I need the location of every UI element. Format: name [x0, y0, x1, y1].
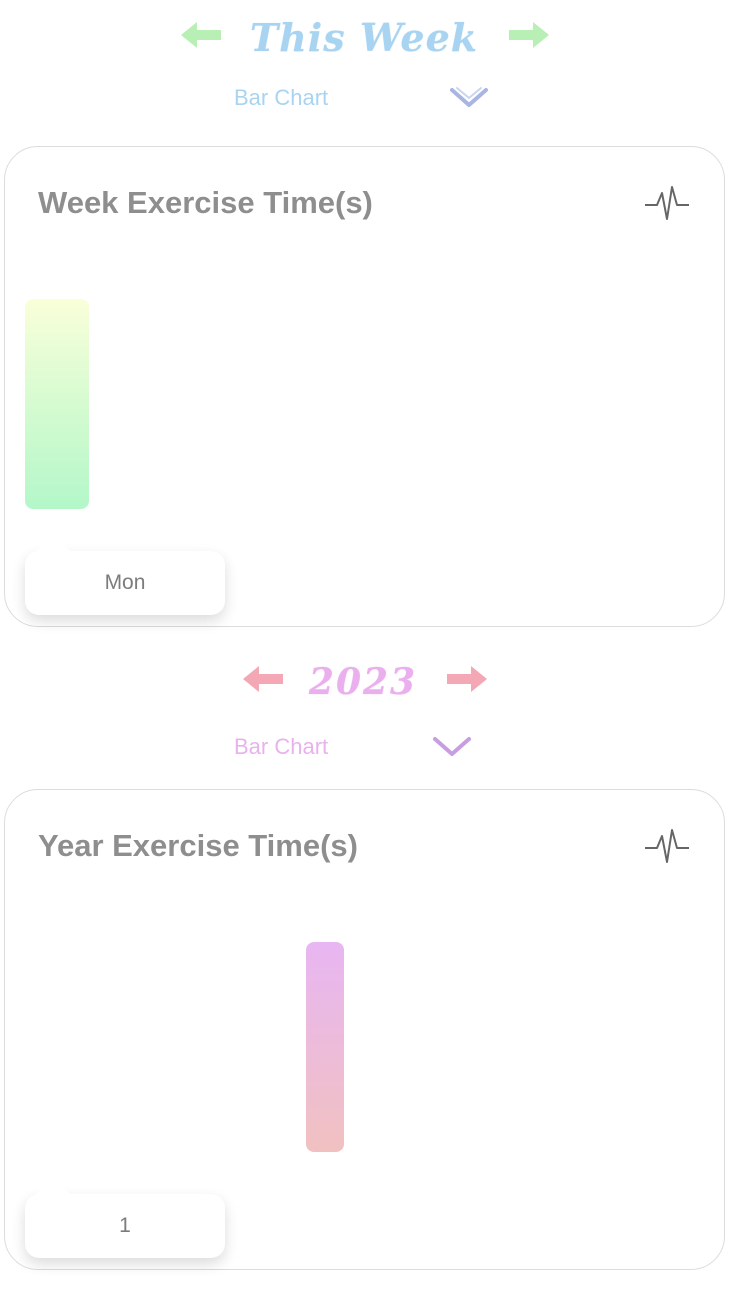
year-bar-chart	[25, 920, 705, 1152]
tooltip-pointer	[35, 1176, 71, 1195]
week-nav: This Week	[0, 8, 742, 68]
pulse-icon[interactable]	[643, 822, 691, 870]
year-tooltip-label: 1	[119, 1214, 131, 1237]
year-bar-tooltip: 1	[25, 1176, 225, 1258]
prev-week-button[interactable]	[178, 18, 224, 52]
year-bar-8[interactable]	[306, 942, 344, 1152]
year-nav-title: 2023	[308, 661, 418, 703]
week-nav-title: This Week	[249, 15, 479, 60]
next-week-button[interactable]	[506, 18, 552, 52]
chevron-down-icon	[450, 87, 488, 107]
week-bar-chart	[25, 277, 705, 509]
year-chart-card: Year Exercise Time(s) 1	[4, 789, 725, 1270]
year-card-title: Year Exercise Time(s)	[38, 828, 358, 863]
week-tooltip-label: Mon	[104, 571, 146, 594]
week-bar-Mon[interactable]	[25, 299, 89, 509]
pulse-icon[interactable]	[643, 179, 691, 227]
next-year-button[interactable]	[444, 662, 490, 696]
week-chart-type-selector: Bar Chart	[0, 78, 742, 118]
year-chart-type-selector: Bar Chart	[0, 727, 742, 767]
tooltip-pointer	[35, 533, 71, 552]
arrow-left-icon	[243, 666, 283, 692]
arrow-right-icon	[447, 666, 487, 692]
arrow-right-icon	[509, 22, 549, 48]
week-chart-type-dropdown[interactable]	[449, 84, 489, 112]
arrow-left-icon	[181, 22, 221, 48]
chevron-down-icon	[433, 737, 471, 756]
prev-year-button[interactable]	[240, 662, 286, 696]
year-chart-type-label[interactable]: Bar Chart	[234, 732, 328, 762]
week-chart-type-label[interactable]: Bar Chart	[234, 83, 328, 113]
exercise-stats-screen: This Week Bar Chart Week Exercise Time(s…	[0, 0, 742, 1304]
year-chart-type-dropdown[interactable]	[432, 733, 472, 761]
year-nav: 2023	[0, 652, 742, 712]
week-card-title: Week Exercise Time(s)	[38, 185, 373, 220]
week-bar-tooltip: Mon	[25, 533, 225, 615]
week-chart-card: Week Exercise Time(s) Mon	[4, 146, 725, 627]
